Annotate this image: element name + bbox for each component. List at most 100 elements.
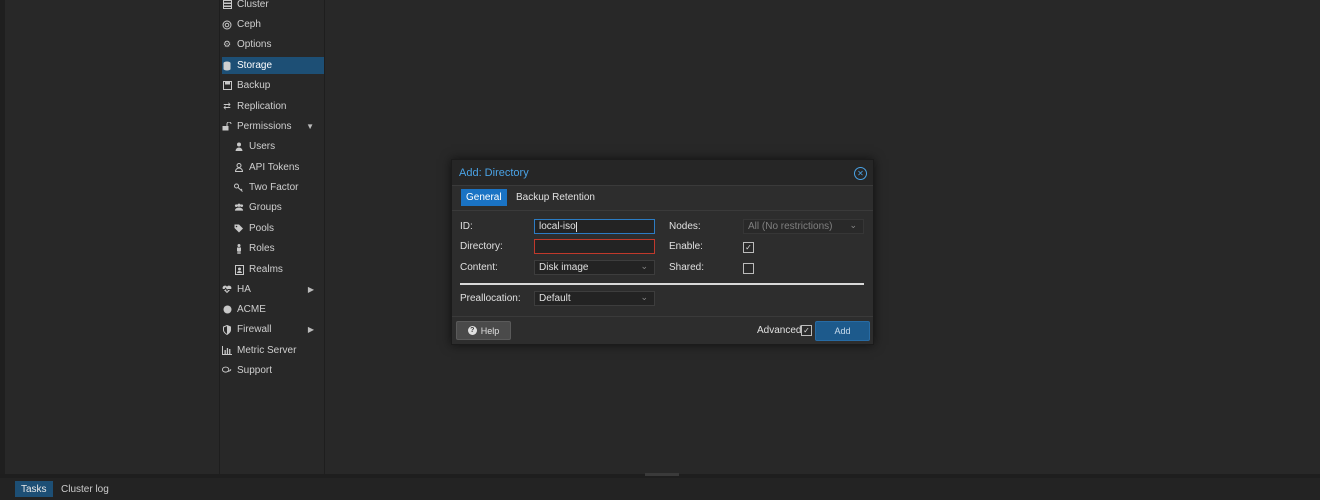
user-outline-icon [234, 163, 244, 173]
caret-right-icon[interactable]: ▶ [308, 325, 314, 334]
help-label: Help [480, 325, 500, 336]
dialog-header: Add: Directory ✕ [452, 160, 873, 186]
nav-item-pools[interactable]: Pools [222, 220, 324, 237]
nodes-label: Nodes: [669, 221, 701, 232]
datacenter-nav: Cluster Ceph ⚙ Options Storage Backup ⇄ … [220, 0, 325, 474]
tab-backup-retention[interactable]: Backup Retention [511, 189, 600, 206]
checkmark-icon: ✓ [803, 325, 810, 335]
splitter-handle[interactable] [645, 473, 679, 476]
help-button[interactable]: ? Help [456, 321, 511, 340]
close-icon[interactable]: ✕ [854, 167, 867, 180]
key-icon [234, 183, 244, 193]
database-icon [222, 61, 232, 71]
nav-label: Pools [249, 223, 275, 234]
nav-label: ACME [237, 304, 266, 315]
directory-field[interactable] [534, 239, 655, 254]
footer-divider [452, 316, 873, 317]
nodes-select[interactable]: All (No restrictions) ⌄ [743, 219, 864, 234]
add-button[interactable]: Add [815, 321, 870, 341]
nav-label: Two Factor [249, 182, 299, 193]
tab-cluster-log[interactable]: Cluster log [55, 481, 115, 497]
nav-label: Roles [249, 243, 275, 254]
nav-item-permissions[interactable]: Permissions ▼ [222, 118, 324, 135]
floppy-icon [222, 81, 232, 91]
nav-item-users[interactable]: Users [222, 138, 324, 155]
nav-label: Permissions [237, 121, 292, 132]
text-cursor [575, 221, 577, 232]
bar-chart-icon [222, 346, 232, 356]
ceph-icon [222, 20, 232, 30]
tab-general[interactable]: General [461, 189, 507, 206]
content-select[interactable]: Disk image ⌄ [534, 260, 655, 275]
nav-item-api-tokens[interactable]: API Tokens [222, 159, 324, 176]
nav-label: HA [237, 284, 251, 295]
advanced-separator [460, 283, 864, 285]
preallocation-value: Default [539, 293, 571, 304]
comments-icon [222, 366, 232, 376]
server-icon [222, 0, 232, 10]
nav-item-replication[interactable]: ⇄ Replication [222, 98, 324, 115]
nav-item-roles[interactable]: Roles [222, 240, 324, 257]
nav-label: Backup [237, 80, 271, 91]
nav-label: Users [249, 141, 276, 152]
nav-item-metric-server[interactable]: Metric Server [222, 342, 324, 359]
nav-label: Ceph [237, 19, 261, 30]
nav-label: Replication [237, 101, 287, 112]
user-icon [234, 142, 244, 152]
nav-label: Options [237, 39, 272, 50]
heartbeat-icon [222, 285, 232, 295]
shield-icon [222, 324, 232, 335]
nav-item-realms[interactable]: Realms [222, 261, 324, 278]
caret-down-icon[interactable]: ▼ [306, 122, 314, 131]
checkmark-icon: ✓ [745, 242, 752, 252]
id-value: local-iso [539, 221, 576, 232]
nav-item-ceph[interactable]: Ceph [222, 16, 324, 33]
nav-label: API Tokens [249, 162, 300, 173]
id-field[interactable]: local-iso [534, 219, 655, 234]
nav-label: Groups [249, 202, 282, 213]
nav-label: Cluster [237, 0, 269, 10]
dialog-title: Add: Directory [459, 167, 529, 179]
gear-icon: ⚙ [222, 39, 232, 49]
resource-tree-panel [5, 0, 220, 474]
nav-item-acme[interactable]: ACME [222, 301, 324, 318]
nav-item-storage[interactable]: Storage [222, 57, 324, 74]
shared-checkbox[interactable] [743, 263, 754, 274]
shared-label: Shared: [669, 262, 705, 273]
advanced-label: Advanced [757, 325, 802, 336]
id-label: ID: [460, 221, 473, 232]
nav-label: Realms [249, 264, 283, 275]
nav-item-two-factor[interactable]: Two Factor [222, 179, 324, 196]
nav-label: Support [237, 365, 273, 376]
add-directory-dialog: Add: Directory ✕ General Backup Retentio… [451, 159, 874, 345]
caret-right-icon[interactable]: ▶ [308, 285, 314, 294]
dialog-tabbar: General Backup Retention [452, 186, 873, 211]
enable-checkbox[interactable]: ✓ [743, 242, 754, 253]
advanced-checkbox[interactable]: ✓ [801, 325, 812, 336]
nav-item-support[interactable]: Support [222, 362, 324, 379]
chevron-down-icon[interactable]: ⌄ [849, 220, 857, 231]
certificate-icon [222, 305, 232, 315]
unlock-icon [222, 122, 232, 132]
enable-label: Enable: [669, 241, 703, 252]
nav-item-groups[interactable]: Groups [222, 199, 324, 216]
question-circle-icon: ? [467, 326, 477, 335]
nav-label: Storage [237, 60, 273, 71]
nav-item-options[interactable]: ⚙ Options [222, 36, 324, 53]
preallocation-label: Preallocation: [460, 293, 521, 304]
nav-label: Metric Server [237, 345, 297, 356]
nav-item-ha[interactable]: HA ▶ [222, 281, 324, 298]
content-value: Disk image [539, 262, 589, 273]
content-label: Content: [460, 262, 498, 273]
nav-item-backup[interactable]: Backup [222, 77, 324, 94]
tab-tasks[interactable]: Tasks [15, 481, 53, 497]
directory-label: Directory: [460, 241, 503, 252]
nav-item-cluster[interactable]: Cluster [222, 0, 324, 13]
chevron-down-icon[interactable]: ⌄ [640, 292, 648, 303]
users-icon [234, 203, 244, 213]
nav-item-firewall[interactable]: Firewall ▶ [222, 321, 324, 338]
tags-icon [234, 224, 244, 234]
chevron-down-icon[interactable]: ⌄ [640, 261, 648, 272]
preallocation-select[interactable]: Default ⌄ [534, 291, 655, 306]
nav-label: Firewall [237, 324, 272, 335]
